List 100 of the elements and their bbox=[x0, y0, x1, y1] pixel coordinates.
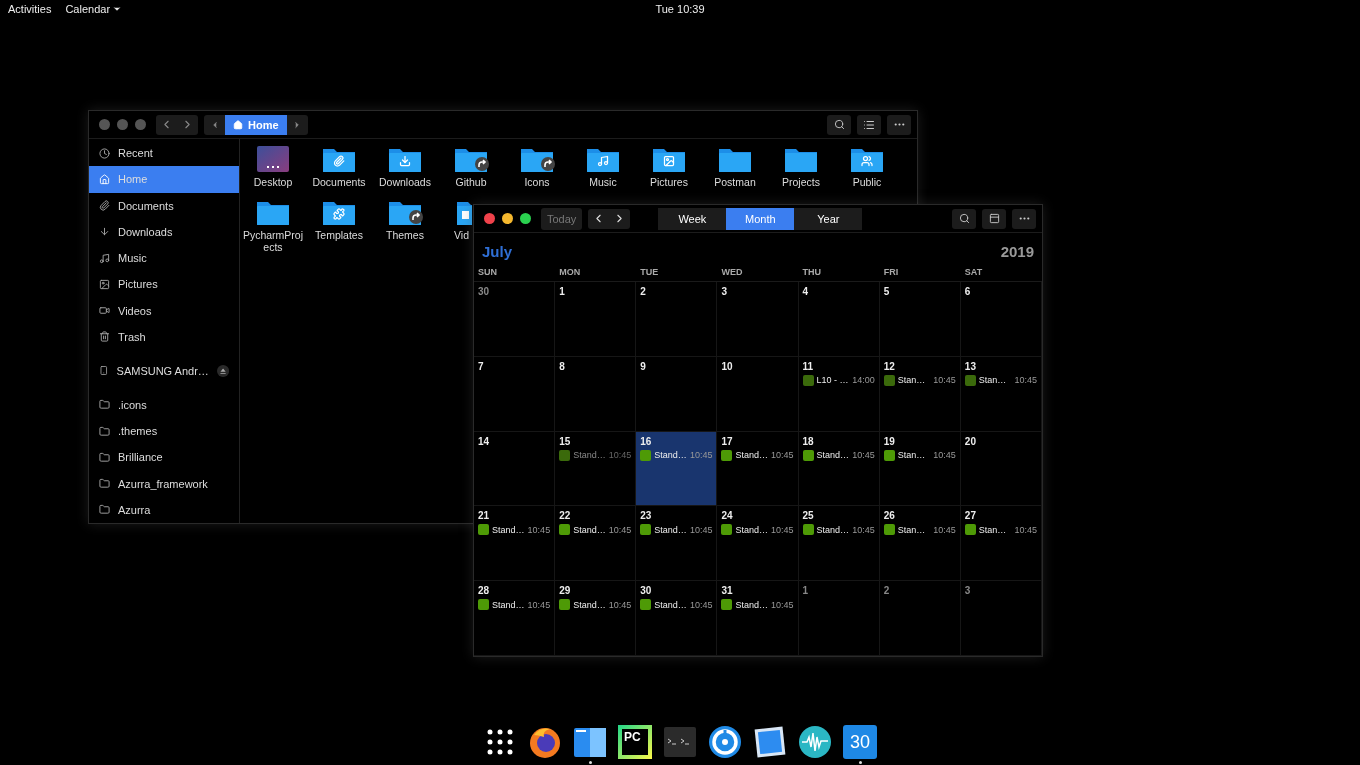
event-title[interactable]: Stand… bbox=[816, 524, 850, 535]
day-cell[interactable]: 20 bbox=[960, 431, 1042, 507]
sidebar-item[interactable]: SAMSUNG Andr… bbox=[89, 357, 239, 385]
sidebar-item[interactable]: .icons bbox=[89, 391, 239, 419]
event-title[interactable]: Stan… bbox=[897, 450, 931, 461]
today-button[interactable]: Today bbox=[541, 207, 583, 230]
day-cell[interactable]: 30 bbox=[474, 282, 556, 357]
day-cell[interactable]: 19 Stan… 10:45 bbox=[879, 431, 961, 507]
day-cell[interactable]: 7 bbox=[474, 356, 556, 432]
clock[interactable]: Tue 10:39 bbox=[655, 2, 705, 15]
search-button[interactable] bbox=[952, 208, 976, 229]
day-cell[interactable]: 31 Stand… 10:45 bbox=[717, 581, 799, 656]
day-cell[interactable]: 2 bbox=[636, 282, 718, 357]
sidebar-item[interactable]: Recent bbox=[89, 140, 239, 167]
sidebar-item[interactable]: Azurra bbox=[89, 496, 239, 523]
menu-button[interactable] bbox=[1012, 208, 1036, 229]
event-title[interactable]: Stan… bbox=[978, 524, 1012, 535]
dial-icon[interactable] bbox=[708, 725, 742, 759]
sidebar-item[interactable]: Videos bbox=[89, 297, 239, 324]
event-title[interactable]: Stand… bbox=[735, 524, 769, 535]
event-title[interactable]: Stand… bbox=[573, 599, 606, 610]
day-cell[interactable]: 1 bbox=[555, 282, 637, 357]
sidebar-item[interactable]: Azurra_framework bbox=[89, 470, 239, 497]
day-cell[interactable]: 26 Stan… 10:45 bbox=[879, 506, 961, 582]
event-title[interactable]: Stan… bbox=[978, 375, 1012, 386]
file-label[interactable]: Templates bbox=[308, 229, 370, 241]
view-tab[interactable]: Year bbox=[794, 207, 863, 230]
file-label[interactable]: Themes bbox=[374, 229, 436, 241]
event-title[interactable]: Stand… bbox=[654, 450, 687, 461]
file-label[interactable]: Postman bbox=[704, 176, 766, 188]
file-label[interactable]: PycharmProjects bbox=[242, 229, 304, 253]
sidebar-item[interactable]: Music bbox=[89, 245, 239, 272]
day-cell[interactable]: 13 Stan… 10:45 bbox=[960, 356, 1042, 432]
event-title[interactable]: Stand… bbox=[492, 524, 525, 535]
sidebar-item[interactable]: .themes bbox=[89, 418, 239, 445]
day-cell[interactable]: 1 bbox=[798, 581, 880, 656]
day-cell[interactable]: 30 Stand… 10:45 bbox=[636, 581, 718, 656]
file-label[interactable]: Desktop bbox=[242, 176, 304, 188]
day-cell[interactable]: 11 L10 - … 14:00 bbox=[798, 356, 880, 432]
event-title[interactable]: Stand… bbox=[816, 450, 850, 461]
day-cell[interactable]: 16 Stand… 10:45 bbox=[636, 431, 718, 507]
minimize-button[interactable] bbox=[502, 213, 513, 224]
day-cell[interactable]: 21 Stand… 10:45 bbox=[474, 506, 556, 582]
close-button[interactable] bbox=[484, 213, 495, 224]
day-cell[interactable]: 12 Stan… 10:45 bbox=[879, 356, 961, 432]
file-label[interactable]: Vid bbox=[438, 229, 469, 241]
day-cell[interactable]: 27 Stan… 10:45 bbox=[960, 506, 1042, 582]
event-title[interactable]: Stand… bbox=[654, 599, 687, 610]
day-cell[interactable]: 22 Stand… 10:45 bbox=[555, 506, 637, 582]
view-tab[interactable]: Month bbox=[726, 207, 795, 230]
files-app-icon[interactable] bbox=[573, 725, 607, 759]
day-cell[interactable]: 9 bbox=[636, 356, 718, 432]
day-cell[interactable]: 5 bbox=[879, 282, 961, 357]
event-title[interactable]: Stand… bbox=[735, 450, 769, 461]
sidebar-item[interactable]: Downloads bbox=[89, 218, 239, 245]
ide-app-icon[interactable]: PC bbox=[618, 725, 652, 759]
file-label[interactable]: Projects bbox=[770, 176, 832, 188]
view-tab[interactable]: Week bbox=[658, 207, 727, 230]
event-title[interactable]: Stan… bbox=[897, 375, 931, 386]
event-title[interactable]: Stan… bbox=[897, 524, 931, 535]
close-button[interactable] bbox=[99, 119, 110, 130]
file-label[interactable]: Downloads bbox=[374, 176, 436, 188]
sidebar-item[interactable]: Brilliance bbox=[89, 444, 239, 471]
search-button[interactable] bbox=[827, 114, 851, 135]
event-title[interactable]: Stand… bbox=[654, 524, 687, 535]
panel-button[interactable] bbox=[982, 208, 1006, 229]
sidebar-item[interactable]: Documents bbox=[89, 192, 239, 219]
file-label[interactable]: Pictures bbox=[638, 176, 700, 188]
maximize-button[interactable] bbox=[520, 213, 531, 224]
menu-button[interactable] bbox=[887, 114, 911, 135]
event-title[interactable]: Stand… bbox=[492, 599, 525, 610]
day-cell[interactable]: 18 Stand… 10:45 bbox=[798, 431, 880, 507]
event-title[interactable]: L10 - … bbox=[816, 375, 850, 386]
day-cell[interactable]: 17 Stand… 10:45 bbox=[717, 431, 799, 507]
day-cell[interactable]: 23 Stand… 10:45 bbox=[636, 506, 718, 582]
day-cell[interactable]: 3 bbox=[717, 282, 799, 357]
day-cell[interactable]: 28 Stand… 10:45 bbox=[474, 581, 556, 656]
waveform-icon[interactable] bbox=[798, 725, 832, 759]
day-cell[interactable]: 10 bbox=[717, 356, 799, 432]
file-label[interactable]: Music bbox=[572, 176, 634, 188]
file-label[interactable]: Icons bbox=[506, 176, 568, 188]
day-cell[interactable]: 24 Stand… 10:45 bbox=[717, 506, 799, 582]
eject-icon[interactable] bbox=[216, 363, 229, 378]
file-label[interactable]: Public bbox=[836, 176, 898, 188]
path-crumb[interactable]: Home bbox=[225, 114, 287, 135]
day-cell[interactable]: 3 bbox=[960, 581, 1042, 656]
terminal-icon[interactable] bbox=[663, 725, 697, 759]
day-cell[interactable]: 8 bbox=[555, 356, 637, 432]
day-cell[interactable]: 25 Stand… 10:45 bbox=[798, 506, 880, 582]
file-label[interactable]: Github bbox=[440, 176, 502, 188]
calendar-app-icon[interactable]: 30 bbox=[843, 725, 877, 759]
file-label[interactable]: Documents bbox=[308, 176, 370, 188]
stamp-icon[interactable] bbox=[753, 725, 787, 759]
event-title[interactable]: Stand… bbox=[735, 599, 769, 610]
event-title[interactable]: Stand… bbox=[573, 524, 606, 535]
day-cell[interactable]: 29 Stand… 10:45 bbox=[555, 581, 637, 656]
globe-icon[interactable] bbox=[528, 725, 562, 759]
day-cell[interactable]: 6 bbox=[960, 282, 1042, 357]
list-view-button[interactable] bbox=[857, 114, 881, 135]
day-cell[interactable]: 14 bbox=[474, 431, 556, 507]
